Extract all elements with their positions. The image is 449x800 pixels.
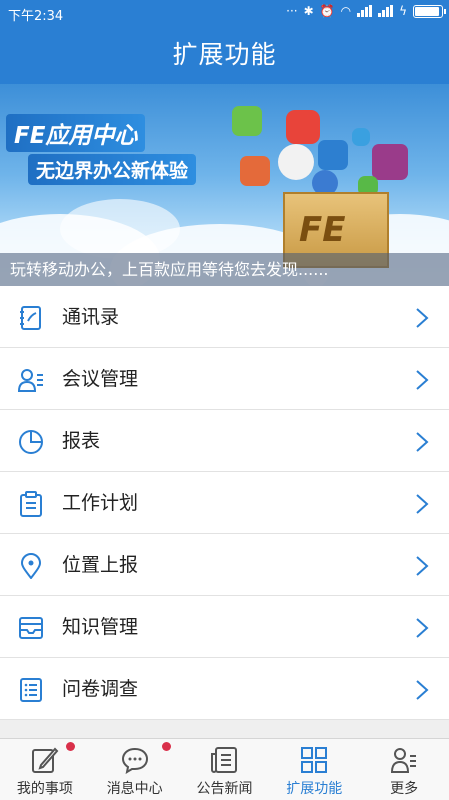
meeting-people-icon	[18, 369, 43, 392]
location-pin-icon	[20, 553, 42, 579]
bottom-tab-bar: 我的事项 消息中心 公告新闻 扩展功能 更多	[0, 738, 449, 800]
banner-caption: 玩转移动办公，上百款应用等待您去发现......	[0, 253, 449, 286]
tab-messages[interactable]: 消息中心	[90, 739, 180, 800]
tab-my-items[interactable]: 我的事项	[0, 739, 90, 800]
menu-item-meeting[interactable]: 会议管理	[0, 348, 449, 410]
menu-item-label: 位置上报	[62, 554, 139, 576]
small-app-icon	[352, 128, 370, 146]
banner-slogan: 无边界办公新体验	[28, 154, 197, 185]
page-title: 扩展功能	[172, 40, 277, 69]
chevron-right-icon	[416, 432, 429, 452]
status-time: 下午2:34	[8, 9, 64, 24]
charging-icon: ϟ	[399, 4, 407, 18]
inbox-tray-icon	[19, 617, 43, 639]
pie-chart-icon	[19, 430, 43, 454]
tag-app-icon	[240, 156, 270, 186]
menu-item-location-report[interactable]: 位置上报	[0, 534, 449, 596]
menu-item-work-plan[interactable]: 工作计划	[0, 472, 449, 534]
tab-more[interactable]: 更多	[359, 739, 449, 800]
grid-apps-icon	[301, 747, 328, 773]
bubble-app-icon	[278, 144, 314, 180]
tab-label: 公告新闻	[196, 781, 253, 797]
tab-label: 扩展功能	[286, 781, 343, 797]
news-document-icon	[211, 747, 238, 773]
status-bar: 下午2:34 ··· ✱ ⏰ ◠ ϟ	[0, 0, 449, 26]
notification-badge	[161, 742, 171, 751]
menu-item-label: 知识管理	[62, 616, 139, 638]
notification-badge	[66, 742, 75, 751]
contacts-book-icon	[20, 306, 41, 330]
chat-bubble-icon	[121, 747, 148, 774]
menu-item-survey[interactable]: 问卷调查	[0, 658, 449, 720]
chevron-right-icon	[416, 308, 429, 328]
chevron-right-icon	[416, 494, 429, 514]
tab-news[interactable]: 公告新闻	[180, 739, 270, 800]
clipboard-icon	[20, 491, 42, 517]
menu-item-label: 问卷调查	[62, 678, 139, 700]
tab-label: 我的事项	[16, 781, 73, 797]
signal-icon	[357, 5, 373, 17]
pencil-edit-icon	[31, 747, 59, 773]
bluetooth-icon: ✱	[303, 4, 314, 18]
menu-item-knowledge[interactable]: 知识管理	[0, 596, 449, 658]
battery-icon	[413, 4, 446, 18]
calculator-app-icon	[232, 106, 262, 136]
chevron-right-icon	[416, 618, 429, 638]
feature-list: 通讯录 会议管理 报表 工作计划 位置上报 知识管理 问卷调查	[0, 286, 449, 720]
pie-app-icon	[286, 110, 320, 144]
banner-brand: FE应用中心	[6, 114, 146, 152]
fe-box-logo: FE	[299, 210, 346, 250]
menu-item-label: 会议管理	[62, 368, 139, 390]
chat-app-icon	[318, 140, 348, 170]
menu-item-label: 工作计划	[62, 492, 139, 514]
status-icons: ··· ✱ ⏰ ◠ ϟ	[286, 4, 446, 18]
wifi-icon: ◠	[340, 4, 352, 18]
title-bar: 扩展功能	[0, 26, 449, 84]
menu-item-label: 通讯录	[62, 306, 120, 328]
chevron-right-icon	[416, 680, 429, 700]
chevron-right-icon	[416, 556, 429, 576]
tab-label: 更多	[390, 781, 419, 797]
battery-level	[415, 6, 439, 16]
menu-item-label: 报表	[62, 430, 101, 452]
more-person-icon	[391, 748, 417, 773]
more-dots-icon: ···	[286, 4, 298, 18]
menu-item-reports[interactable]: 报表	[0, 410, 449, 472]
chevron-right-icon	[416, 370, 429, 390]
cloud-shape	[60, 199, 180, 259]
app-center-banner[interactable]: FE应用中心 无边界办公新体验 FE 玩转移动办公，上百款应用等待您去发现...…	[0, 84, 449, 286]
list-document-icon	[20, 678, 42, 702]
doc-app-icon	[372, 144, 408, 180]
alarm-icon: ⏰	[319, 4, 335, 18]
tab-label: 消息中心	[106, 781, 163, 797]
tab-extended-features[interactable]: 扩展功能	[269, 739, 359, 800]
menu-item-contacts[interactable]: 通讯录	[0, 286, 449, 348]
signal-2-icon	[378, 5, 394, 17]
